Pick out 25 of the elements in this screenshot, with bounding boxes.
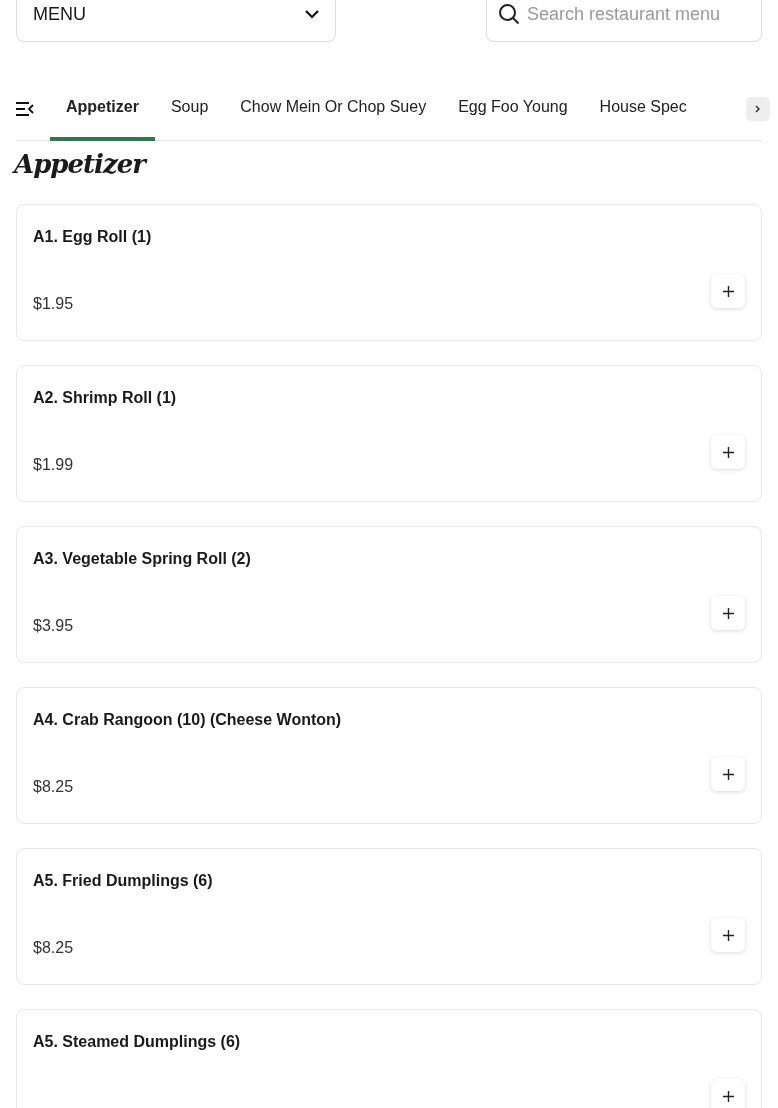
category-tab[interactable]: House Spec [583, 77, 703, 141]
menu-item-card[interactable]: A4. Crab Rangoon (10) (Cheese Wonton) $8.25 [16, 687, 762, 824]
item-price: $8.25 [33, 777, 74, 797]
item-price: $1.99 [33, 455, 74, 475]
section-heading: Appetizer [14, 145, 762, 184]
item-name: A5. Steamed Dumplings (6) [33, 1032, 242, 1052]
item-price: $1.95 [33, 294, 74, 314]
item-name: A1. Egg Roll (1) [33, 227, 153, 247]
menu-item-card[interactable]: A3. Vegetable Spring Roll (2) $3.95 [16, 526, 762, 663]
search-field[interactable]: Search restaurant menu [486, 0, 762, 42]
item-name: A4. Crab Rangoon (10) (Cheese Wonton) [33, 710, 343, 730]
menu-item-card[interactable]: A5. Steamed Dumplings (6) [16, 1009, 762, 1108]
menu-item-card[interactable]: A1. Egg Roll (1) $1.95 [16, 204, 762, 341]
menu-dropdown[interactable]: MENU [16, 0, 336, 42]
item-name: A2. Shrimp Roll (1) [33, 388, 178, 408]
item-name: A5. Fried Dumplings (6) [33, 871, 214, 891]
category-tab[interactable]: Appetizer [50, 77, 155, 141]
menu-item-card[interactable]: A2. Shrimp Roll (1) $1.99 [16, 365, 762, 502]
item-name: A3. Vegetable Spring Roll (2) [33, 549, 252, 569]
item-price: $3.95 [33, 616, 74, 636]
category-tab[interactable]: Chow Mein Or Chop Suey [224, 77, 443, 141]
category-tab[interactable]: Soup [154, 77, 225, 141]
item-price: $8.25 [33, 938, 74, 958]
category-tab[interactable]: Egg Foo Young [442, 77, 584, 141]
menu-item-card[interactable]: A5. Fried Dumplings (6) $8.25 [16, 848, 762, 985]
